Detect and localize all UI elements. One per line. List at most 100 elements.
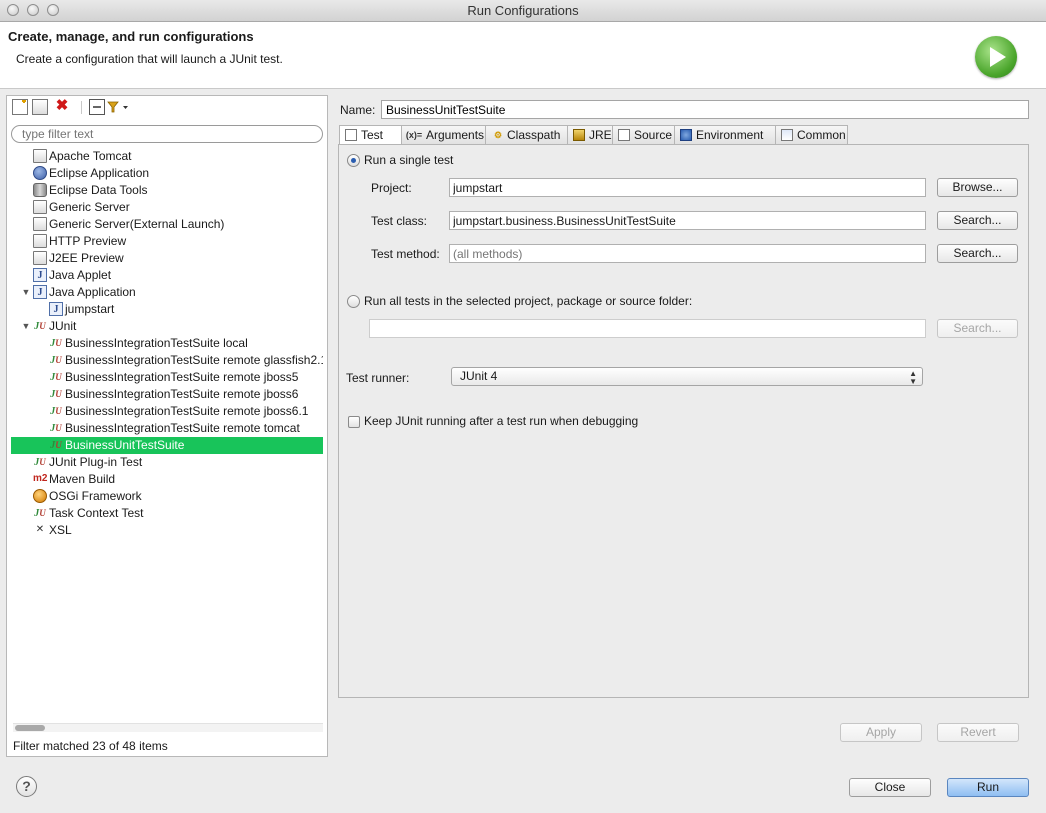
task-context-icon: JU <box>34 508 46 519</box>
name-label: Name: <box>340 103 376 117</box>
tree-item[interactable]: Eclipse Application <box>11 165 323 182</box>
project-field[interactable] <box>449 178 926 197</box>
expand-triangle-icon[interactable]: ▼ <box>21 284 31 301</box>
tab-label: Environment <box>696 128 764 142</box>
tree-item[interactable]: J2EE Preview <box>11 250 323 267</box>
browse-project-button[interactable]: Browse... <box>937 178 1018 197</box>
tab-source[interactable]: Source <box>612 125 675 144</box>
tree-item[interactable]: Generic Server(External Launch) <box>11 216 323 233</box>
tree-item[interactable]: m2 Maven Build <box>11 471 323 488</box>
horizontal-scrollbar[interactable] <box>13 723 323 732</box>
tree-item[interactable]: JU BusinessIntegrationTestSuite remote to… <box>11 420 323 437</box>
java-app-icon: J <box>33 285 47 299</box>
page-icon <box>33 217 47 231</box>
tree-item[interactable]: JU BusinessIntegrationTestSuite remote jb… <box>11 386 323 403</box>
tree-item-label: BusinessIntegrationTestSuite remote glas… <box>65 353 323 367</box>
help-icon[interactable]: ? <box>16 776 37 797</box>
tree-item[interactable]: Jjumpstart <box>11 301 323 318</box>
close-button[interactable]: Close <box>849 778 931 797</box>
search-method-button[interactable]: Search... <box>937 244 1018 263</box>
tree-item[interactable]: JU BusinessIntegrationTestSuite remote gl… <box>11 352 323 369</box>
test-method-field[interactable] <box>449 244 926 263</box>
tree-item-label: BusinessIntegrationTestSuite remote jbos… <box>65 404 309 418</box>
project-label: Project: <box>371 181 412 195</box>
select-arrows-icon: ▲ ▼ <box>909 369 917 386</box>
page-icon <box>33 200 47 214</box>
collapse-all-icon[interactable] <box>89 99 105 115</box>
keep-junit-running-checkbox[interactable] <box>348 416 360 428</box>
tree-item-label: Apache Tomcat <box>49 149 132 163</box>
apply-button[interactable]: Apply <box>840 723 922 742</box>
xsl-icon: ✕ <box>35 524 45 535</box>
junit-icon: JU <box>50 406 62 417</box>
test-runner-select[interactable]: JUnit 4 ▲ ▼ <box>451 367 923 386</box>
tab-label: Test <box>361 128 384 142</box>
tree-item[interactable]: JU BusinessIntegrationTestSuite remote jb… <box>11 369 323 386</box>
configuration-name-input[interactable] <box>381 100 1029 119</box>
tree-item-label: J2EE Preview <box>49 251 124 265</box>
search-class-button[interactable]: Search... <box>937 211 1018 230</box>
filter-dropdown-icon[interactable] <box>107 99 129 115</box>
dialog-description: Create a configuration that will launch … <box>16 52 283 66</box>
new-configuration-icon[interactable] <box>12 99 28 115</box>
tab-label: Arguments <box>426 128 485 142</box>
tree-item[interactable]: ✕ XSL <box>11 522 323 539</box>
test-class-field[interactable] <box>449 211 926 230</box>
tab-label: Classpath <box>507 128 561 142</box>
test-tab-panel: Run a single test Project: Browse... Tes… <box>338 144 1029 698</box>
expand-triangle-icon[interactable]: ▼ <box>21 318 31 335</box>
tab-label: Source <box>634 128 673 142</box>
revert-button[interactable]: Revert <box>937 723 1019 742</box>
run-button[interactable]: Run <box>947 778 1029 797</box>
configuration-list-panel: ✖ Apache Tomcat Eclipse Application Eclips… <box>6 95 328 757</box>
tree-item-label: BusinessIntegrationTestSuite remote tomc… <box>65 421 300 435</box>
tree-item-label: Task Context Test <box>49 506 144 520</box>
tab-jre[interactable]: JRE <box>567 125 613 144</box>
tree-item-label: Eclipse Data Tools <box>49 183 148 197</box>
tree-item[interactable]: OSGi Framework <box>11 488 323 505</box>
tree-item[interactable]: ▼ J Java Application <box>11 284 323 301</box>
run-single-test-label: Run a single test <box>364 153 454 167</box>
common-tab-icon <box>781 129 793 141</box>
tab-environment[interactable]: Environment <box>674 125 776 144</box>
tab-classpath[interactable]: ⚙ Classpath <box>485 125 568 144</box>
test-tab-icon <box>345 129 357 141</box>
tree-item[interactable]: JU JUnit Plug-in Test <box>11 454 323 471</box>
test-container-field[interactable] <box>369 319 926 338</box>
tree-item[interactable]: Generic Server <box>11 199 323 216</box>
scrollbar-thumb[interactable] <box>15 725 45 731</box>
tree-item-label: XSL <box>49 523 72 537</box>
tree-item-label: Java Application <box>49 285 136 299</box>
tab-common[interactable]: Common <box>775 125 848 144</box>
tree-item-label: OSGi Framework <box>49 489 142 503</box>
run-all-tests-label: Run all tests in the selected project, p… <box>364 294 693 308</box>
tree-item[interactable]: Apache Tomcat <box>11 148 323 165</box>
run-all-tests-radio[interactable] <box>347 295 360 308</box>
run-single-test-radio[interactable] <box>347 154 360 167</box>
search-container-button[interactable]: Search... <box>937 319 1018 338</box>
tree-item[interactable]: HTTP Preview <box>11 233 323 250</box>
tree-item-label: JUnit Plug-in Test <box>49 455 143 469</box>
tree-item[interactable]: JU BusinessIntegrationTestSuite remote jb… <box>11 403 323 420</box>
tree-item[interactable]: JU BusinessUnitTestSuite <box>11 437 323 454</box>
test-runner-label: Test runner: <box>346 371 410 385</box>
filter-input[interactable] <box>11 125 323 143</box>
tree-item[interactable]: J Java Applet <box>11 267 323 284</box>
dialog-header: Create, manage, and run configurations C… <box>0 22 1046 89</box>
run-banner-icon <box>975 36 1017 78</box>
duplicate-icon[interactable] <box>32 99 48 115</box>
tree-item[interactable]: JU Task Context Test <box>11 505 323 522</box>
tab-test[interactable]: Test <box>339 125 402 146</box>
applet-icon: J <box>33 268 47 282</box>
junit-plugin-icon: JU <box>34 457 46 468</box>
tree-item-label: Generic Server <box>49 200 130 214</box>
junit-icon: JU <box>50 389 62 400</box>
tree-item[interactable]: Eclipse Data Tools <box>11 182 323 199</box>
tree-item[interactable]: JU BusinessIntegrationTestSuite local <box>11 335 323 352</box>
tab-arguments[interactable]: (x)= Arguments <box>401 125 486 144</box>
tree-item[interactable]: ▼ JU JUnit <box>11 318 323 335</box>
environment-tab-icon <box>680 129 692 141</box>
tree-item-label: BusinessIntegrationTestSuite remote jbos… <box>65 387 299 401</box>
tree-item-label: jumpstart <box>65 302 115 316</box>
delete-icon[interactable]: ✖ <box>54 98 70 115</box>
